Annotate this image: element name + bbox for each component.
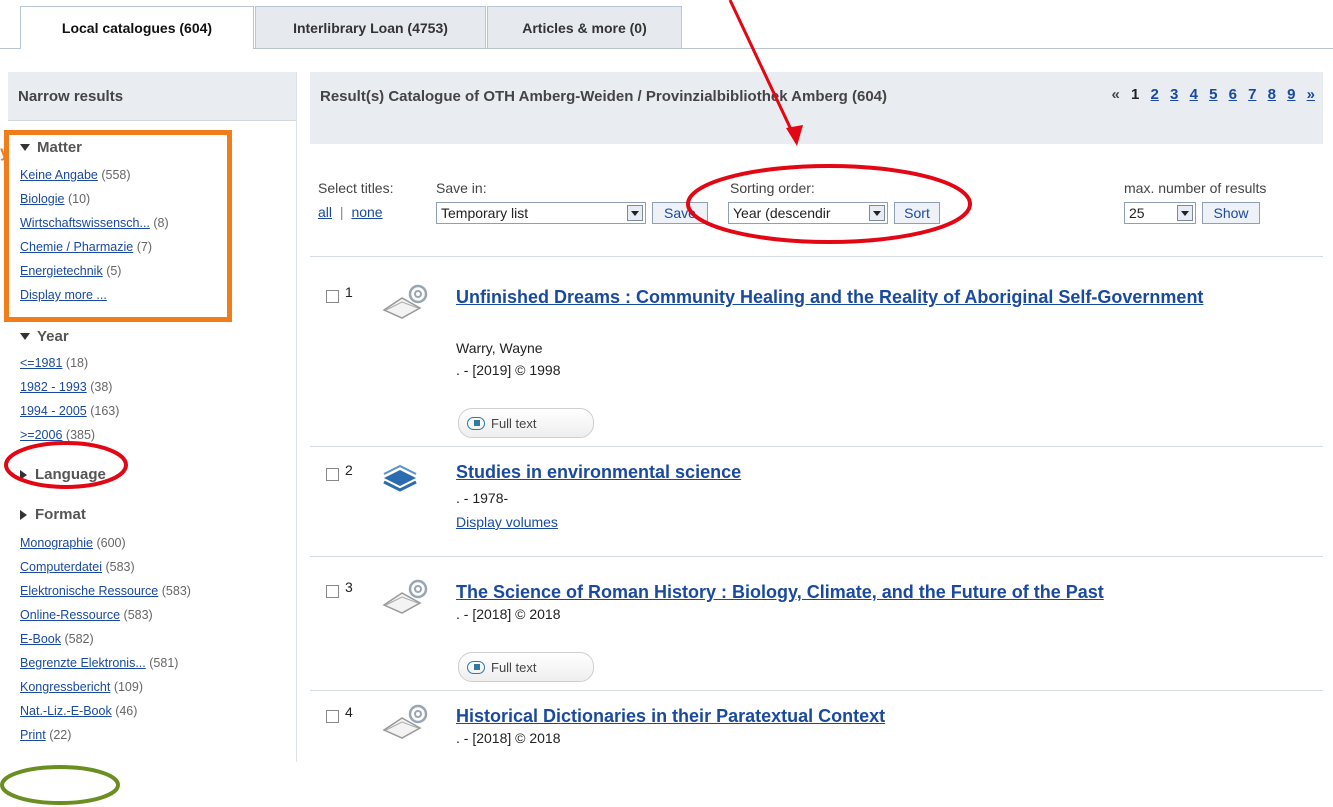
red-arrow-line — [728, 0, 797, 139]
red-arrowhead-icon — [786, 125, 803, 146]
green-circle-annotation — [0, 765, 120, 805]
red-circle-sorting — [686, 164, 972, 244]
tab-local-catalogues[interactable]: Local catalogues (604) — [20, 6, 254, 49]
annotation-overlay — [0, 0, 972, 805]
red-circle-language — [4, 441, 128, 489]
